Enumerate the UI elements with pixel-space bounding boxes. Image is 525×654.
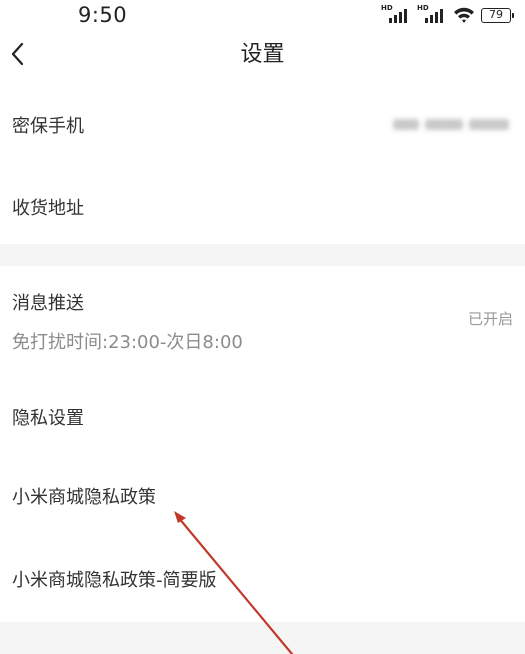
battery-icon: 79 <box>481 7 514 23</box>
dnd-time-text: 免打扰时间:23:00-次日8:00 <box>12 332 243 353</box>
security-phone-label: 密保手机 <box>12 116 84 137</box>
shipping-address-label: 收货地址 <box>12 198 84 219</box>
privacy-policy-row[interactable]: 小米商城隐私政策 <box>0 456 525 538</box>
privacy-policy-brief-row[interactable]: 小米商城隐私政策-简要版 <box>0 538 525 620</box>
cellular-signal-icon: HD <box>381 5 411 25</box>
page-title: 设置 <box>240 42 285 67</box>
security-phone-value-masked <box>393 116 513 132</box>
section-divider <box>0 244 525 266</box>
push-notifications-label: 消息推送 <box>12 293 84 314</box>
status-time: 9:50 <box>78 3 128 27</box>
privacy-policy-label: 小米商城隐私政策 <box>12 487 156 508</box>
push-notifications-row[interactable]: 消息推送 免打扰时间:23:00-次日8:00 已开启 <box>0 266 525 374</box>
push-status-text: 已开启 <box>467 310 513 328</box>
wifi-icon <box>454 7 474 23</box>
status-bar: 9:50 HD HD 79 <box>0 0 525 30</box>
cellular-signal-icon-2: HD <box>417 5 447 25</box>
privacy-settings-row[interactable]: 隐私设置 <box>0 374 525 456</box>
status-icons: HD HD 79 <box>381 4 514 26</box>
section-divider-bottom <box>0 622 525 654</box>
settings-screen: 9:50 HD HD 79 设置 密保手机 收货地址 消息推送 免打扰时间:23… <box>0 0 525 654</box>
privacy-policy-brief-label: 小米商城隐私政策-简要版 <box>12 570 217 591</box>
shipping-address-row[interactable]: 收货地址 <box>0 166 525 244</box>
privacy-settings-label: 隐私设置 <box>12 408 84 429</box>
nav-bar: 设置 <box>0 30 525 78</box>
